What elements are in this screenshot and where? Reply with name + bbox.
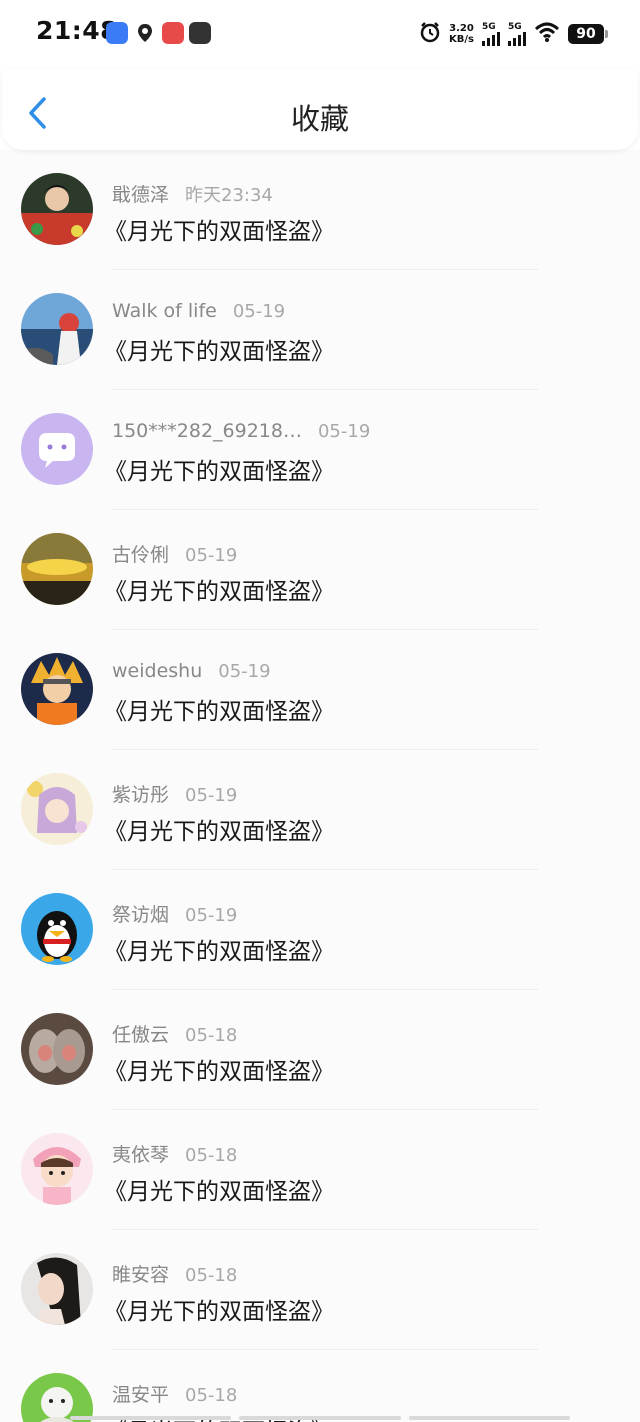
item-title: 《月光下的双面怪盗》: [104, 1299, 334, 1325]
avatar[interactable]: [21, 773, 93, 845]
signal-5g-1: 5G: [482, 22, 500, 46]
list-item[interactable]: 任傲云 05-18 《月光下的双面怪盗》: [0, 990, 640, 1110]
list-item[interactable]: 夷依琴 05-18 《月光下的双面怪盗》: [0, 1110, 640, 1230]
page-title: 收藏: [290, 102, 349, 136]
item-title: 《月光下的双面怪盗》: [104, 819, 334, 845]
date: 05-19: [185, 545, 238, 566]
item-meta: 任傲云 05-18: [112, 1020, 237, 1046]
item-meta: 古伶俐 05-19: [112, 540, 237, 566]
list-item[interactable]: Walk of life 05-19 《月光下的双面怪盗》: [0, 270, 640, 390]
list-item[interactable]: 祭访烟 05-19 《月光下的双面怪盗》: [0, 870, 640, 990]
battery-indicator: 90: [568, 24, 608, 44]
item-title: 《月光下的双面怪盗》: [104, 219, 334, 245]
username: 祭访烟: [112, 904, 170, 926]
item-title: 《月光下的双面怪盗》: [104, 699, 334, 725]
avatar[interactable]: [21, 293, 93, 365]
date: 05-18: [185, 1265, 238, 1286]
username: 睢安容: [112, 1264, 170, 1286]
item-meta: weideshu 05-19: [112, 660, 271, 686]
username: 温安平: [112, 1384, 170, 1406]
date: 05-19: [232, 301, 286, 322]
date: 05-18: [185, 1025, 238, 1046]
username: weideshu: [112, 660, 203, 682]
avatar[interactable]: [21, 653, 93, 725]
date: 05-19: [185, 785, 238, 806]
wifi-icon: [534, 21, 560, 47]
item-meta: 温安平 05-18: [112, 1380, 237, 1406]
list-item[interactable]: 紫访彤 05-19 《月光下的双面怪盗》: [0, 750, 640, 870]
username: 夷依琴: [112, 1144, 170, 1166]
network-speed: 3.20 KB/s: [449, 23, 474, 45]
list-item[interactable]: 150***282_69218… 05-19 《月光下的双面怪盗》: [0, 390, 640, 510]
username: 150***282_69218…: [112, 420, 302, 442]
avatar[interactable]: [21, 1013, 93, 1085]
app-notification-icon: [106, 22, 128, 44]
location-icon: [134, 22, 156, 44]
date: 昨天23:34: [185, 185, 273, 206]
date: 05-19: [185, 905, 238, 926]
nav-header: 收藏: [2, 68, 638, 150]
username: 戢德泽: [112, 184, 170, 206]
item-meta: 夷依琴 05-18: [112, 1140, 237, 1166]
avatar[interactable]: [21, 1133, 93, 1205]
list-item[interactable]: 睢安容 05-18 《月光下的双面怪盗》: [0, 1230, 640, 1350]
avatar[interactable]: [21, 1373, 93, 1422]
date: 05-18: [185, 1385, 238, 1406]
item-title: 《月光下的双面怪盗》: [104, 339, 334, 365]
avatar[interactable]: [21, 533, 93, 605]
item-title: 《月光下的双面怪盗》: [104, 459, 334, 485]
scroll-indicator: [70, 1416, 570, 1420]
list-item[interactable]: 戢德泽 昨天23:34 《月光下的双面怪盗》: [0, 150, 640, 270]
item-meta: 祭访烟 05-19: [112, 900, 237, 926]
avatar[interactable]: [21, 893, 93, 965]
item-title: 《月光下的双面怪盗》: [104, 579, 334, 605]
username: 任傲云: [112, 1024, 170, 1046]
date: 05-19: [218, 661, 271, 682]
signal-bars-icon: [482, 31, 500, 46]
item-title: 《月光下的双面怪盗》: [104, 939, 334, 965]
list-item[interactable]: 温安平05-18 《月光下的双面怪盗》: [0, 1350, 640, 1422]
date: 05-19: [317, 421, 371, 442]
alarm-icon: [419, 21, 441, 47]
item-meta: 150***282_69218… 05-19: [112, 420, 370, 446]
item-meta: Walk of life 05-19: [112, 300, 285, 326]
music-app-icon: [162, 22, 184, 44]
username: 古伶俐: [112, 544, 170, 566]
item-title: 《月光下的双面怪盗》: [104, 1059, 334, 1085]
list-item[interactable]: 古伶俐 05-19 《月光下的双面怪盗》: [0, 510, 640, 630]
status-indicators: 3.20 KB/s 5G 5G 90: [419, 20, 608, 48]
browser-app-icon: [189, 22, 211, 44]
signal-5g-2: 5G: [508, 22, 526, 46]
avatar[interactable]: [21, 173, 93, 245]
item-meta: 睢安容 05-18: [112, 1260, 237, 1286]
avatar[interactable]: [21, 413, 93, 485]
item-meta: 紫访彤 05-19: [112, 780, 237, 806]
list-item[interactable]: weideshu 05-19 《月光下的双面怪盗》: [0, 630, 640, 750]
item-meta: 戢德泽 昨天23:34: [112, 180, 273, 206]
username: Walk of life: [112, 300, 217, 322]
avatar[interactable]: [21, 1253, 93, 1325]
signal-bars-icon: [508, 31, 526, 46]
item-title: 《月光下的双面怪盗》: [104, 1179, 334, 1205]
date: 05-18: [185, 1145, 238, 1166]
favorites-list[interactable]: 戢德泽 昨天23:34 《月光下的双面怪盗》 Walk of life 05-19 …: [0, 150, 640, 1422]
status-bar: 21:48 3.20 KB/s 5G 5G 90: [0, 0, 640, 68]
username: 紫访彤: [112, 784, 170, 806]
